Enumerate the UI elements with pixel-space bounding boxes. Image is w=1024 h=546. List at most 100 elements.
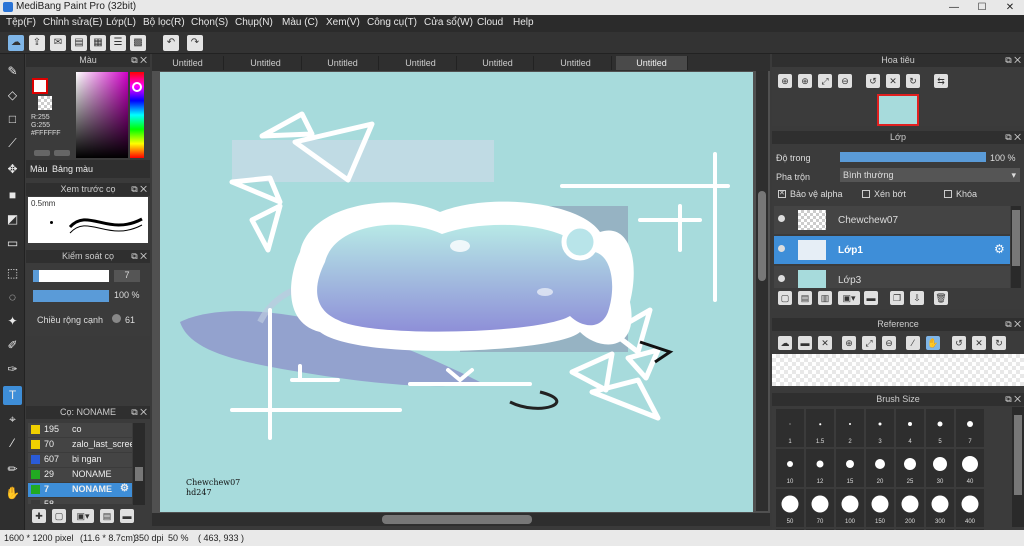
brush-size-cell[interactable]: 25 xyxy=(896,449,924,487)
menu-filter[interactable]: Bộ lọc(R) xyxy=(143,17,185,28)
brush-size-cell[interactable]: 4 xyxy=(896,409,924,447)
brush-list-item[interactable]: 29 NONAME xyxy=(28,468,132,482)
brush-size-cell[interactable]: 30 xyxy=(926,449,954,487)
reference-eyedropper-icon[interactable]: ⁄ xyxy=(906,336,920,350)
brush-size-cell[interactable]: 70 xyxy=(806,489,834,527)
menu-capture[interactable]: Chụp(N) xyxy=(235,17,273,28)
tab-document[interactable]: Untitled xyxy=(385,56,457,70)
merge-down-icon[interactable]: ⇩ xyxy=(910,291,924,305)
rotate-reset-icon[interactable]: ✕ xyxy=(886,74,900,88)
tab-color[interactable]: Màu xyxy=(30,164,48,174)
maximize-button[interactable]: ☐ xyxy=(968,0,996,15)
grid-icon[interactable]: ▩ xyxy=(130,35,146,51)
select-pen-icon[interactable]: ✐ xyxy=(3,336,22,355)
panel-close-icon[interactable]: ⧉ ✕ xyxy=(131,54,147,67)
menu-color[interactable]: Màu (C) xyxy=(282,17,318,28)
new-8bit-layer-icon[interactable]: ▥ xyxy=(818,291,832,305)
brush-size-value[interactable]: 7 xyxy=(114,270,140,282)
panel-list-icon[interactable]: ☰ xyxy=(110,35,126,51)
reference-rotate-right-icon[interactable]: ↻ xyxy=(992,336,1006,350)
panel-close-icon[interactable]: ⧉ ✕ xyxy=(131,183,147,196)
menu-help[interactable]: Help xyxy=(513,17,534,28)
brush-size-cell[interactable]: 40 xyxy=(956,449,984,487)
saturation-value-picker[interactable] xyxy=(76,72,128,158)
brush-size-cell[interactable]: 5 xyxy=(926,409,954,447)
tab-document[interactable]: Untitled xyxy=(462,56,534,70)
gradient-tool-icon[interactable]: ▭ xyxy=(3,234,22,253)
panel-close-icon[interactable]: ⧉ ✕ xyxy=(1005,54,1021,67)
text-box-icon[interactable]: ▤ xyxy=(71,35,87,51)
drawing-canvas[interactable]: Chewchew07 hd247 xyxy=(160,72,753,512)
undo-icon[interactable]: ↶ xyxy=(163,35,179,51)
brush-size-cell[interactable]: 10 xyxy=(776,449,804,487)
lasso-tool-icon[interactable]: ◌ xyxy=(3,288,22,307)
color-mode-button-2[interactable] xyxy=(54,150,70,156)
reference-hand-icon[interactable]: ✋ xyxy=(926,336,940,350)
brush-size-cell[interactable]: 400 xyxy=(956,489,984,527)
panel-close-icon[interactable]: ⧉ ✕ xyxy=(131,250,147,263)
share-icon[interactable]: ⇪ xyxy=(29,35,45,51)
eye-icon[interactable] xyxy=(778,215,785,222)
layer-add-menu-icon[interactable]: ▣▾ xyxy=(838,291,860,305)
gear-icon[interactable]: ⚙ xyxy=(994,242,1005,256)
move-tool-icon[interactable]: ✥ xyxy=(3,160,22,179)
layer-scrollbar[interactable] xyxy=(1011,206,1021,288)
lock-checkbox[interactable] xyxy=(944,190,952,198)
select-eraser-icon[interactable]: ✑ xyxy=(3,360,22,379)
brush-size-cell[interactable]: 150 xyxy=(866,489,894,527)
brush-size-scrollbar[interactable] xyxy=(1012,407,1024,527)
select-tool-icon[interactable]: ⬚ xyxy=(3,264,22,283)
menu-view[interactable]: Xem(V) xyxy=(326,17,360,28)
menu-tools[interactable]: Công cụ(T) xyxy=(367,17,417,28)
brush-size-cell[interactable]: 50 xyxy=(776,489,804,527)
brush-size-cell[interactable]: 1 xyxy=(776,409,804,447)
rotate-right-icon[interactable]: ↻ xyxy=(906,74,920,88)
color-mode-button[interactable] xyxy=(34,150,50,156)
layer-folder-icon[interactable]: ▬ xyxy=(864,291,878,305)
bucket-tool-icon[interactable]: ◩ xyxy=(3,210,22,229)
rotate-left-icon[interactable]: ↺ xyxy=(866,74,880,88)
navigator-thumbnail[interactable] xyxy=(877,94,919,126)
eyedropper-tool-icon[interactable]: ⁄ xyxy=(3,434,22,453)
dot-tool-icon[interactable]: ⟋ xyxy=(3,134,22,153)
cloud-sync-icon[interactable]: ☁ xyxy=(8,35,24,51)
redo-icon[interactable]: ↷ xyxy=(187,35,203,51)
clipping-checkbox[interactable] xyxy=(862,190,870,198)
eye-icon[interactable] xyxy=(778,245,785,252)
brush-size-cell[interactable]: 12 xyxy=(806,449,834,487)
vertical-scrollbar[interactable] xyxy=(756,71,768,511)
new-layer-icon[interactable]: ▢ xyxy=(778,291,792,305)
new-brush-icon[interactable]: ▢ xyxy=(52,509,66,523)
brush-size-cell[interactable]: 300 xyxy=(926,489,954,527)
protect-alpha-checkbox[interactable]: ✕ xyxy=(778,190,786,198)
reference-fit-icon[interactable]: ⤢ xyxy=(862,336,876,350)
tab-document[interactable]: Untitled xyxy=(540,56,612,70)
menu-cloud[interactable]: Cloud xyxy=(477,17,503,28)
horizontal-scroll-thumb[interactable] xyxy=(382,515,532,524)
brush-size-cell[interactable]: 2 xyxy=(836,409,864,447)
primary-color-swatch[interactable] xyxy=(32,78,48,94)
hue-handle[interactable] xyxy=(132,82,142,92)
page-icon[interactable]: ▦ xyxy=(90,35,106,51)
brush-size-cell[interactable]: 20 xyxy=(866,449,894,487)
menu-edit[interactable]: Chỉnh sửa(E) xyxy=(43,17,103,28)
brush-size-cell[interactable]: 200 xyxy=(896,489,924,527)
reference-zoom-in-icon[interactable]: ⊕ xyxy=(842,336,856,350)
brush-size-cell[interactable]: 15 xyxy=(836,449,864,487)
fill-rect-tool-icon[interactable]: ■ xyxy=(3,186,22,205)
edge-width-knob[interactable] xyxy=(112,314,121,323)
brush-list-item[interactable]: 607 bi ngan xyxy=(28,453,132,467)
reference-zoom-out-icon[interactable]: ⊖ xyxy=(882,336,896,350)
brush-menu-icon[interactable]: ▣▾ xyxy=(72,509,94,523)
horizontal-scrollbar[interactable] xyxy=(152,513,770,526)
brush-list-item[interactable]: 195 co xyxy=(28,423,132,437)
panel-close-icon[interactable]: ⧉ ✕ xyxy=(1005,318,1021,331)
folder-icon[interactable]: ▬ xyxy=(120,509,134,523)
tab-document[interactable]: Untitled xyxy=(152,56,224,70)
panel-close-icon[interactable]: ⧉ ✕ xyxy=(1005,131,1021,144)
layer-row[interactable]: Chewchew07 xyxy=(774,206,1010,234)
add-brush-icon[interactable]: ✚ xyxy=(32,509,46,523)
reference-view[interactable] xyxy=(772,354,1024,386)
delete-layer-icon[interactable]: 🗑 xyxy=(934,291,948,305)
flip-icon[interactable]: ⇆ xyxy=(934,74,948,88)
